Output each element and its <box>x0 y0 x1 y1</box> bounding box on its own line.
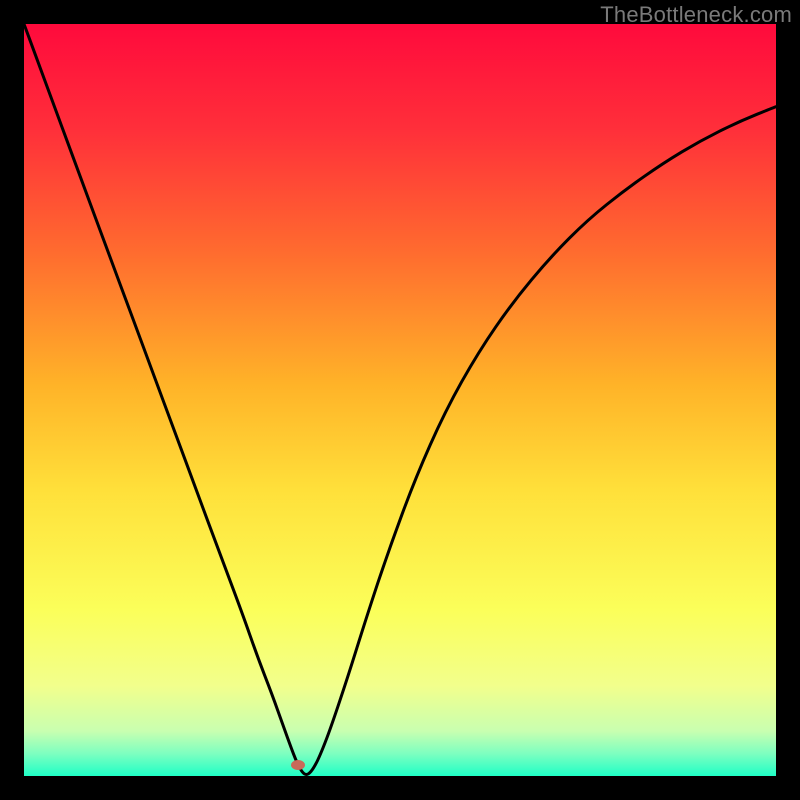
watermark-text: TheBottleneck.com <box>600 2 792 28</box>
minimum-marker <box>291 760 305 770</box>
chart-frame: TheBottleneck.com <box>0 0 800 800</box>
bottleneck-curve <box>24 24 776 776</box>
curve-path <box>24 24 776 775</box>
